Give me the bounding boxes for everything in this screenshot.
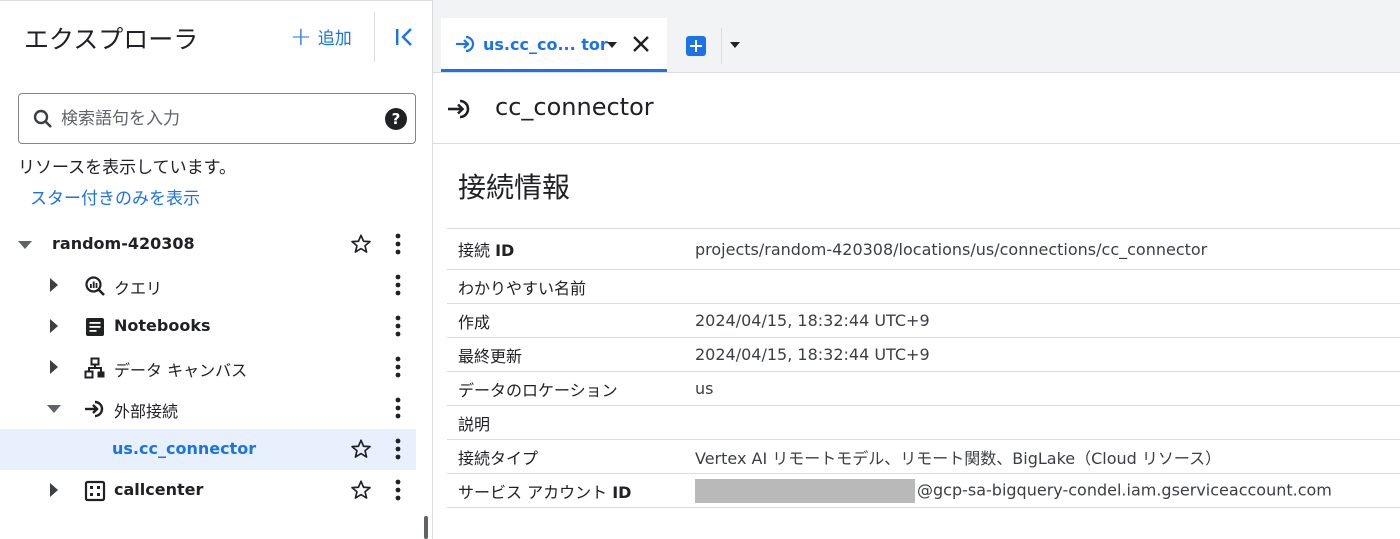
- tree-label-external-connections: 外部接続: [114, 402, 179, 421]
- explorer-panel: エクスプローラ + 追加 ? リソースを表示しています。 スター付きのみを表示 …: [0, 0, 432, 539]
- table-row: 接続タイプ Vertex AI リモートモデル、リモート関数、BigLake（C…: [447, 439, 1400, 474]
- star-icon[interactable]: [350, 438, 372, 460]
- data-canvas-icon: [84, 357, 105, 379]
- more-options-icon[interactable]: [388, 232, 408, 256]
- tab-label: us.cc_co... tor: [483, 35, 608, 54]
- star-icon[interactable]: [350, 233, 372, 255]
- new-tab-plus-icon[interactable]: [686, 36, 706, 56]
- row-value: @gcp-sa-bigquery-condel.iam.gserviceacco…: [695, 474, 1400, 508]
- resource-title: cc_connector: [495, 93, 654, 121]
- row-key: データのロケーション: [458, 380, 618, 400]
- resource-header: cc_connector: [433, 72, 1400, 144]
- table-row: データのロケーション us: [447, 371, 1400, 406]
- showing-resources-text: リソースを表示しています。: [18, 158, 236, 178]
- expand-caret-icon[interactable]: [50, 483, 58, 497]
- dataset-icon: [84, 480, 106, 502]
- query-icon: [85, 276, 105, 296]
- plus-icon: +: [290, 21, 312, 52]
- search-box: ?: [18, 93, 416, 144]
- connection-info-table: 接続 ID projects/random-420308/locations/u…: [447, 228, 1400, 508]
- more-options-icon[interactable]: [388, 396, 408, 420]
- show-starred-only-link[interactable]: スター付きのみを表示: [30, 184, 200, 209]
- add-button-label: 追加: [317, 29, 352, 49]
- row-key: 接続 ID: [458, 241, 515, 260]
- external-connection-icon: [448, 99, 470, 119]
- row-key: 最終更新: [458, 346, 523, 366]
- notebook-icon: [86, 318, 104, 336]
- more-options-icon[interactable]: [388, 273, 408, 297]
- explorer-title: エクスプローラ: [24, 25, 199, 54]
- add-button[interactable]: + 追加: [290, 21, 352, 52]
- tree-row-connector[interactable]: us.cc_connector: [0, 429, 416, 470]
- tree-label-data-canvas: データ キャンバス: [114, 361, 248, 380]
- row-key: 接続タイプ: [458, 448, 539, 468]
- table-row: サービス アカウント ID @gcp-sa-bigquery-condel.ia…: [447, 473, 1400, 508]
- row-value: Vertex AI リモートモデル、リモート関数、BigLake（Cloud リ…: [695, 448, 1222, 468]
- row-value: 2024/04/15, 18:32:44 UTC+9: [695, 311, 930, 330]
- more-options-icon[interactable]: [388, 355, 408, 379]
- tree-label-project: random-420308: [52, 234, 195, 253]
- collapse-panel-icon[interactable]: [392, 24, 418, 50]
- tree-label-queries: クエリ: [114, 279, 163, 298]
- new-tab-dropdown-icon[interactable]: [730, 42, 740, 48]
- row-value: us: [695, 379, 714, 398]
- close-icon[interactable]: [631, 34, 651, 54]
- row-key: サービス アカウント ID: [458, 482, 632, 502]
- more-options-icon[interactable]: [388, 437, 408, 461]
- header-divider: [374, 12, 375, 62]
- service-account-domain: @gcp-sa-bigquery-condel.iam.gserviceacco…: [917, 480, 1332, 499]
- row-value: [695, 406, 1400, 440]
- tree-label-dataset: callcenter: [114, 480, 204, 499]
- help-icon[interactable]: ?: [385, 108, 407, 130]
- table-row: わかりやすい名前: [447, 269, 1400, 304]
- expand-caret-icon[interactable]: [50, 278, 58, 292]
- row-key: わかりやすい名前: [458, 278, 587, 298]
- tree-row-dataset[interactable]: callcenter: [0, 470, 416, 511]
- table-row: 接続 ID projects/random-420308/locations/u…: [447, 228, 1400, 270]
- external-connection-icon: [85, 400, 104, 418]
- tree-row-notebooks[interactable]: Notebooks: [0, 306, 416, 347]
- tab-bar: us.cc_co... tor: [433, 0, 1400, 72]
- row-key: 説明: [458, 414, 491, 434]
- row-value: projects/random-420308/locations/us/conn…: [695, 239, 1208, 259]
- table-row: 最終更新 2024/04/15, 18:32:44 UTC+9: [447, 337, 1400, 372]
- row-value: [695, 270, 1400, 304]
- tab-connector[interactable]: us.cc_co... tor: [441, 18, 667, 72]
- scrollbar-thumb[interactable]: [424, 516, 428, 539]
- tree-label-notebooks: Notebooks: [114, 316, 211, 335]
- redacted-block: [695, 478, 915, 503]
- table-row: 作成 2024/04/15, 18:32:44 UTC+9: [447, 303, 1400, 338]
- more-options-icon[interactable]: [388, 314, 408, 338]
- new-tab-divider: [721, 28, 722, 64]
- row-key: 作成: [458, 312, 491, 332]
- tree-row-queries[interactable]: クエリ: [0, 265, 416, 306]
- more-options-icon[interactable]: [388, 478, 408, 502]
- tab-menu-caret-icon[interactable]: [607, 42, 617, 48]
- section-title: 接続情報: [458, 171, 571, 204]
- star-icon[interactable]: [350, 479, 372, 501]
- tree-row-data-canvas[interactable]: データ キャンバス: [0, 347, 416, 388]
- search-icon: [33, 109, 52, 128]
- expand-caret-icon[interactable]: [18, 241, 32, 249]
- expand-caret-icon[interactable]: [47, 405, 61, 413]
- external-connection-icon: [456, 35, 475, 53]
- table-row: 説明: [447, 405, 1400, 440]
- expand-caret-icon[interactable]: [50, 319, 58, 333]
- tree-row-external-connections[interactable]: 外部接続: [0, 388, 416, 429]
- tree-label-connector: us.cc_connector: [112, 439, 257, 458]
- row-value: 2024/04/15, 18:32:44 UTC+9: [695, 345, 930, 364]
- tree-row-project[interactable]: random-420308: [0, 224, 416, 265]
- expand-caret-icon[interactable]: [50, 360, 58, 374]
- search-input[interactable]: [61, 104, 361, 134]
